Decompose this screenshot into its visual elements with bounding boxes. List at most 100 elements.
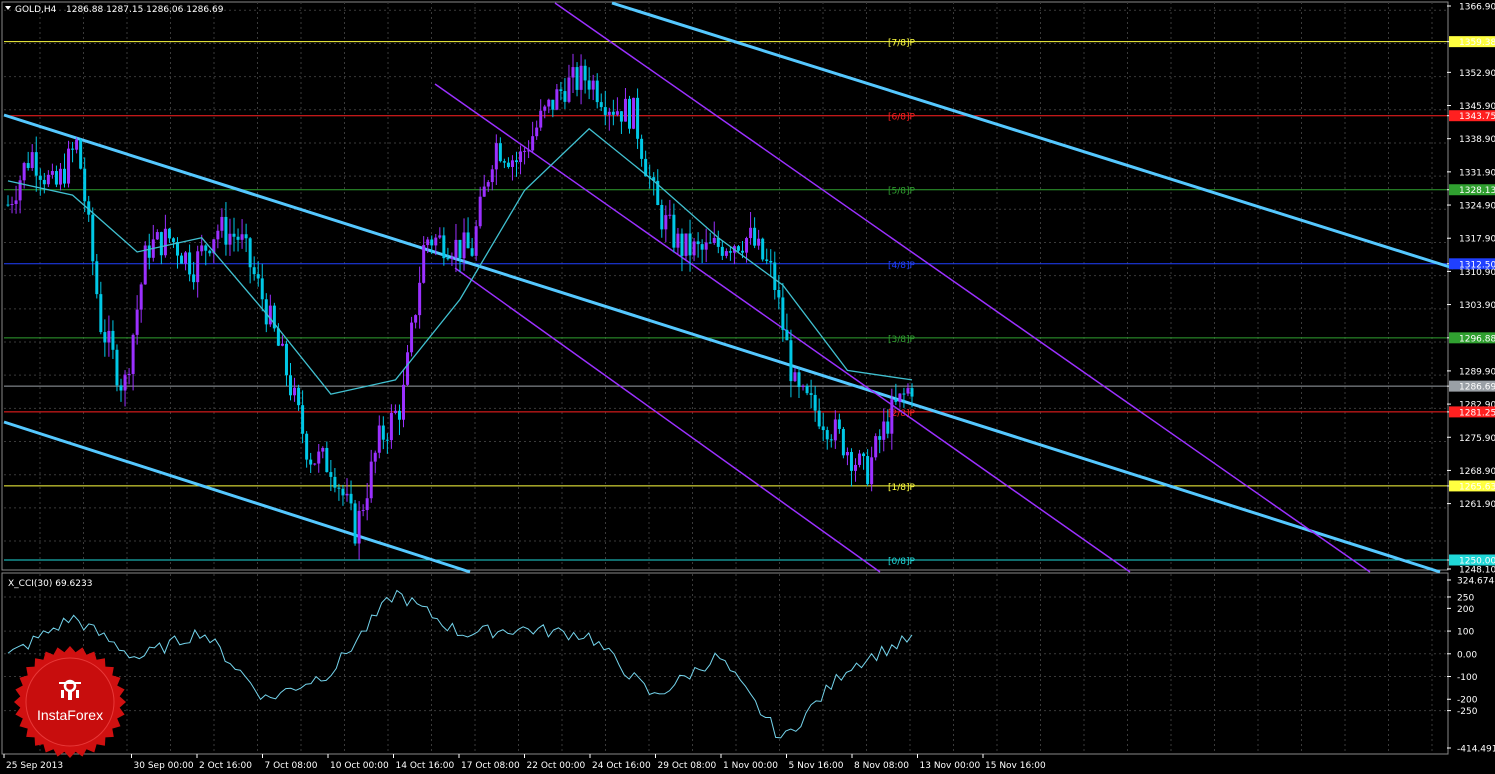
candle-body: [329, 472, 333, 477]
candle-body: [761, 238, 765, 260]
candle-body: [280, 343, 284, 346]
candle-body: [817, 410, 821, 427]
time-tick-label: 10 Oct 00:00: [330, 761, 389, 771]
candle-body: [490, 169, 494, 183]
logo-text: InstaForex: [37, 707, 103, 723]
candle-body: [176, 242, 179, 256]
candle-body: [349, 493, 353, 504]
ohlc-label: 1286.88 1287.15 1286.06 1286.69: [66, 5, 224, 15]
candle-body: [397, 410, 401, 420]
candle-body: [571, 67, 575, 78]
candle-body: [567, 77, 571, 102]
candle-body: [672, 214, 676, 248]
price-tick-label: 1303.90: [1459, 301, 1495, 311]
candle-body: [107, 330, 111, 343]
candle-body: [700, 244, 704, 250]
candle-body: [498, 143, 502, 162]
candle-body: [506, 162, 510, 167]
candle-body: [890, 399, 894, 434]
candle-body: [858, 453, 862, 465]
candle-body: [341, 488, 345, 496]
price-tick-label: 1366.90: [1459, 3, 1495, 13]
cci-tick-label: -200: [1457, 696, 1478, 706]
candle-body: [369, 461, 373, 499]
time-tick-label: 25 Sep 2013: [6, 761, 63, 771]
candle-body: [192, 274, 196, 283]
candle-body: [50, 171, 54, 175]
candle-body: [361, 510, 365, 512]
candle-body: [268, 305, 272, 325]
candle-body: [555, 89, 559, 110]
candle-body: [845, 452, 849, 456]
candle-body: [515, 160, 518, 163]
chart-canvas[interactable]: [7/8]P[6/8]P[5/8]P[4/8]P[3/8]P[2/8]P[1/8…: [0, 0, 1495, 774]
price-tick-label: 1268.90: [1459, 467, 1495, 477]
candle-body: [902, 393, 906, 395]
candle-body: [345, 493, 349, 496]
candle-body: [228, 233, 232, 245]
candle-body: [418, 282, 422, 316]
candle-body: [426, 239, 430, 246]
time-tick-label: 29 Oct 08:00: [658, 761, 717, 771]
candle-body: [543, 106, 547, 111]
candle-body: [216, 230, 220, 240]
candle-body: [841, 428, 845, 456]
candle-body: [115, 349, 119, 386]
candle-body: [163, 228, 167, 256]
cci-tick-label: -414.4914: [1457, 745, 1495, 755]
candle-body: [785, 329, 789, 341]
price-tick-label: 1281.25: [1459, 408, 1495, 418]
candle-body: [813, 394, 817, 411]
candle-body: [119, 385, 123, 391]
candle-body: [393, 410, 397, 413]
price-tick-label: 1359.38: [1459, 38, 1495, 48]
candle-body: [446, 258, 450, 260]
candle-body: [874, 436, 878, 458]
price-tick-label: 1289.90: [1459, 367, 1495, 377]
cci-tick-label: -250: [1457, 707, 1478, 717]
candle-body: [486, 182, 490, 187]
candle-body: [95, 261, 99, 295]
candle-body: [46, 174, 50, 185]
price-tick-label: 1324.90: [1459, 202, 1495, 212]
candle-body: [886, 421, 890, 434]
candle-body: [692, 241, 696, 256]
candle-body: [535, 127, 539, 137]
candle-body: [523, 150, 527, 152]
candle-body: [184, 252, 188, 264]
candle-body: [430, 239, 434, 246]
candle-body: [357, 510, 361, 544]
cci-tick-label: 324.6748: [1457, 577, 1495, 587]
candle-body: [724, 251, 728, 256]
candle-body: [325, 447, 329, 473]
candle-body: [579, 65, 583, 90]
candle-body: [155, 232, 159, 240]
candle-body: [688, 233, 692, 256]
candle-body: [805, 385, 809, 394]
candle-body: [680, 233, 684, 256]
candle-body: [252, 267, 256, 275]
candle-body: [406, 352, 410, 385]
candle-body: [389, 412, 393, 441]
candle-body: [632, 97, 636, 129]
candle-body: [313, 463, 317, 465]
candle-body: [825, 430, 829, 440]
candle-body: [781, 297, 785, 330]
cci-tick-label: 0.00: [1457, 650, 1477, 660]
price-tick-label: 1317.90: [1459, 235, 1495, 245]
candle-body: [385, 439, 389, 441]
candle-body: [587, 80, 591, 90]
murrey-level-label: [3/8]P: [888, 335, 916, 345]
candle-body: [704, 242, 708, 250]
candle-body: [450, 257, 454, 259]
candle-body: [26, 163, 30, 168]
price-tick-label: 1275.90: [1459, 434, 1495, 444]
price-tick-label: 1338.90: [1459, 135, 1495, 145]
candle-body: [708, 242, 712, 244]
candle-body: [623, 98, 627, 122]
cci-tick-label: 250: [1457, 593, 1474, 603]
candle-body: [377, 425, 381, 453]
candle-body: [910, 388, 914, 397]
candle-body: [188, 252, 192, 275]
cci-tick-label: 200: [1457, 605, 1474, 615]
